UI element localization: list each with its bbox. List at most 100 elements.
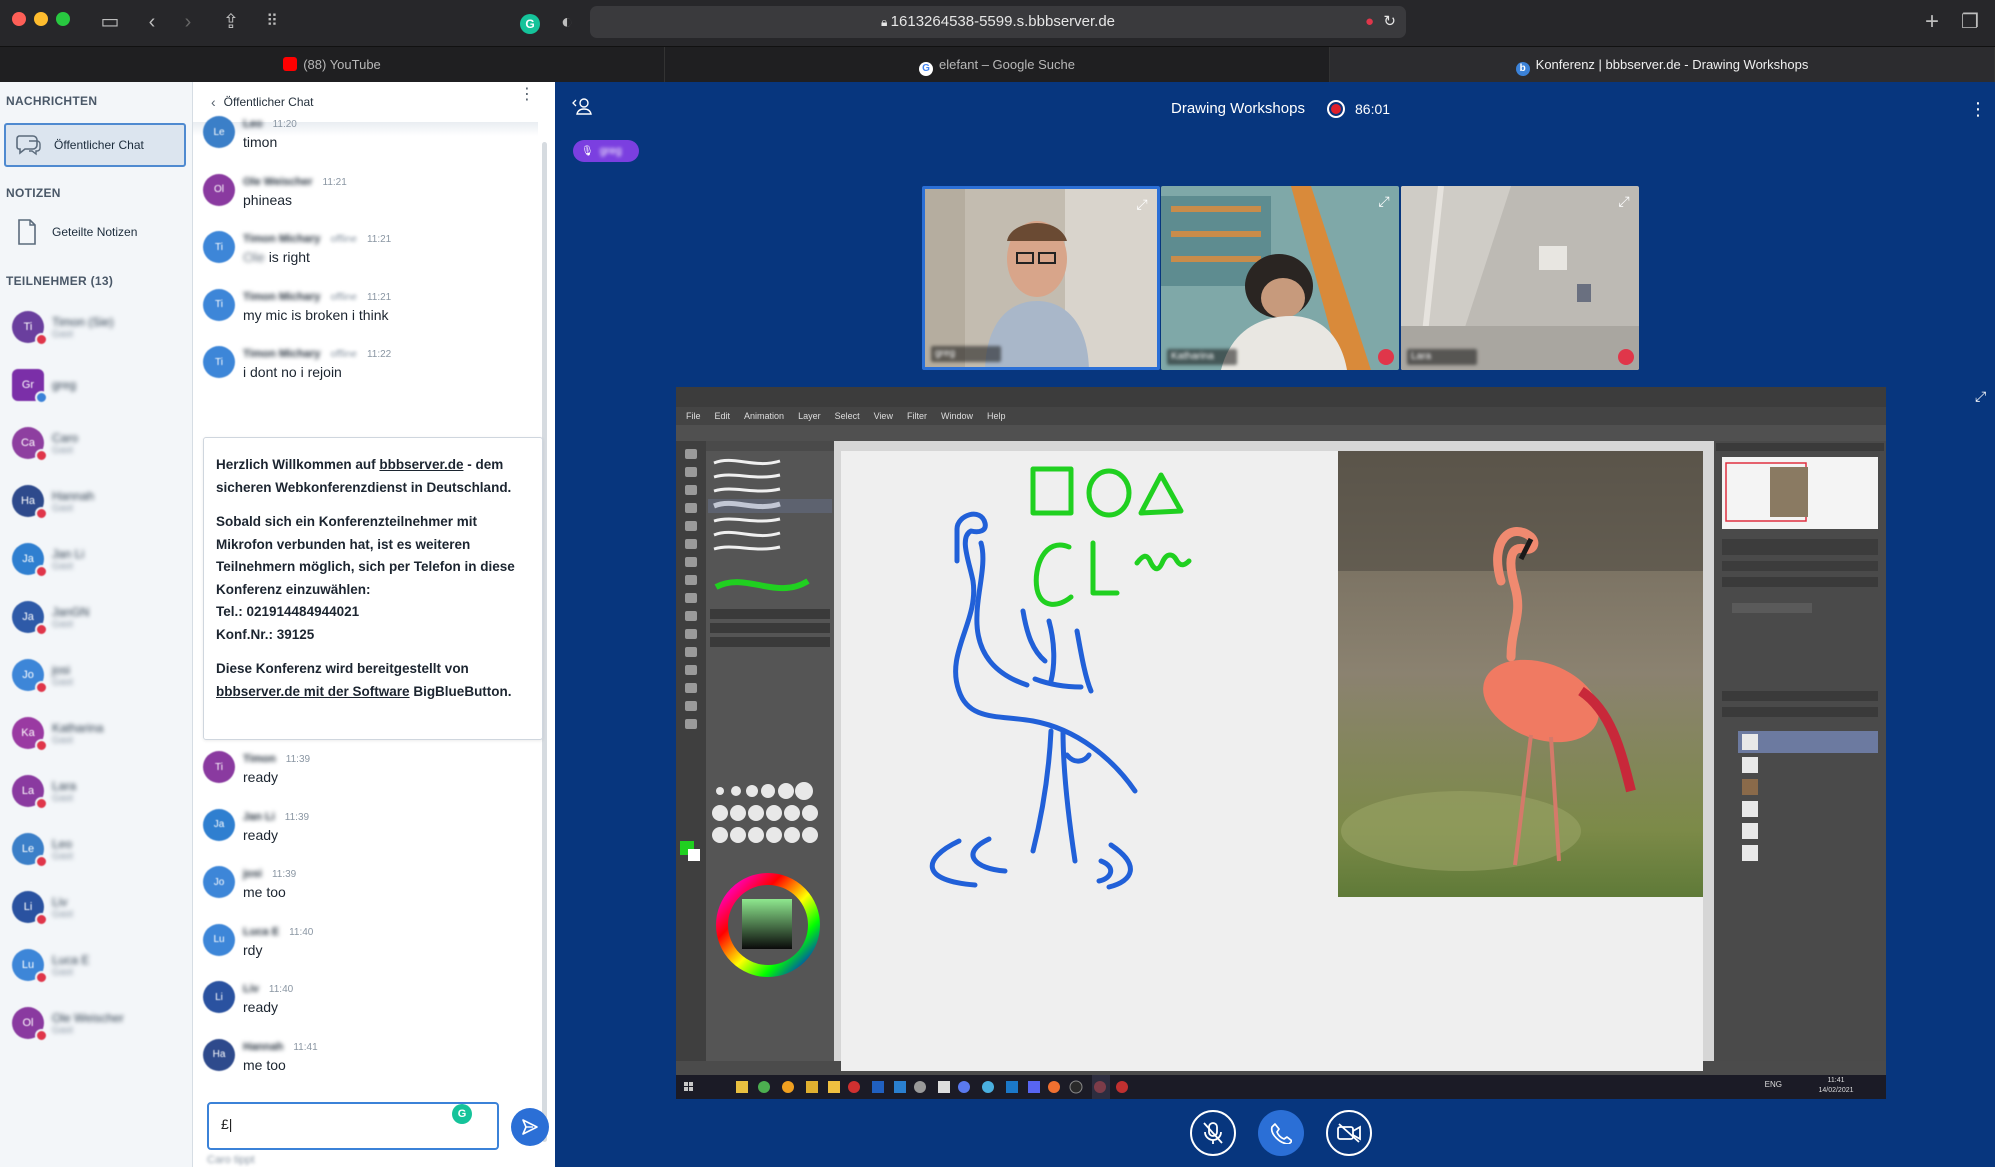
user-list-panel: NACHRICHTEN Öffentlicher Chat NOTIZEN Ge… bbox=[0, 82, 193, 1167]
app-menu-item[interactable]: View bbox=[874, 407, 893, 425]
participant-item[interactable]: Le Leo Gast bbox=[12, 826, 187, 872]
grammarly-extension-icon[interactable]: G bbox=[516, 8, 544, 36]
share-icon[interactable]: ⇪ bbox=[217, 8, 245, 36]
participant-name: Caro bbox=[52, 430, 79, 445]
participant-item[interactable]: Ol Ole Weischer Gast bbox=[12, 1000, 187, 1046]
leave-audio-button[interactable] bbox=[1258, 1110, 1304, 1156]
avatar-initials: Ol bbox=[214, 184, 224, 195]
tab-overview-icon[interactable]: ⠿ bbox=[258, 8, 286, 36]
privacy-shield-icon[interactable]: ◐ bbox=[553, 8, 581, 36]
recording-time: 86:01 bbox=[1355, 101, 1391, 117]
app-menu-item[interactable]: Window bbox=[941, 407, 973, 425]
participant-name: Jan Li bbox=[52, 546, 85, 561]
typing-indicator: Caro tippt bbox=[207, 1154, 255, 1166]
app-menu-item[interactable]: Filter bbox=[907, 407, 927, 425]
participant-name: Lara bbox=[52, 778, 77, 793]
reload-icon[interactable]: ↻ bbox=[1383, 6, 1396, 38]
participant-item[interactable]: Gr greg bbox=[12, 362, 187, 408]
address-bar[interactable]: 🔒︎ 1613264538-5599.s.bbbserver.de ● ↻ bbox=[590, 6, 1406, 38]
participant-item[interactable]: Ka Katharina Gast bbox=[12, 710, 187, 756]
app-menu-item[interactable]: Layer bbox=[798, 407, 821, 425]
participant-role: Gast bbox=[52, 792, 74, 804]
status-indicator-icon bbox=[35, 913, 48, 926]
tabs-overview-icon[interactable]: ❐ bbox=[1956, 8, 1984, 36]
message-meta: Luca E 11:40 bbox=[243, 926, 313, 938]
chevron-left-icon[interactable]: ‹ bbox=[211, 94, 216, 110]
video-tile-2[interactable]: Katharina ⤢ bbox=[1161, 186, 1399, 370]
forward-icon[interactable]: › bbox=[174, 8, 202, 36]
close-window-button[interactable] bbox=[12, 12, 26, 26]
url-text: 1613264538-5599.s.bbbserver.de bbox=[890, 13, 1116, 30]
zoom-window-button[interactable] bbox=[56, 12, 70, 26]
participant-item[interactable]: Ti Timon (Sie) Gast bbox=[12, 304, 187, 350]
participant-item[interactable]: Jo josi Gast bbox=[12, 652, 187, 698]
message-time: 11:39 bbox=[285, 754, 311, 765]
bbbserver-software-link[interactable]: bbbserver.de mit der Software bbox=[216, 684, 410, 699]
tab-google-search[interactable]: Gelefant – Google Suche bbox=[665, 47, 1330, 82]
app-menu-item[interactable]: Help bbox=[987, 407, 1006, 425]
back-icon[interactable]: ‹ bbox=[138, 8, 166, 36]
chat-message: Lu Luca E 11:40 rdy bbox=[203, 923, 533, 958]
participant-role: Gast bbox=[52, 502, 74, 514]
fullscreen-icon[interactable]: ⤢ bbox=[1375, 192, 1393, 210]
chat-options-icon[interactable]: ⋮ bbox=[519, 87, 535, 103]
tab-bar: (88) YouTube Gelefant – Google Suche b Ko… bbox=[0, 46, 1995, 82]
message-body: Liv 11:40 ready bbox=[243, 981, 293, 1015]
participant-role: Gast bbox=[52, 618, 74, 630]
video-tile-3[interactable]: Lara ⤢ bbox=[1401, 186, 1639, 370]
message-time: 11:41 bbox=[293, 1041, 318, 1053]
fullscreen-icon[interactable]: ⤢ bbox=[1133, 195, 1151, 213]
participant-item[interactable]: Ca Caro Gast bbox=[12, 420, 187, 466]
public-chat-item[interactable]: Öffentlicher Chat bbox=[4, 123, 186, 167]
avatar: Le bbox=[203, 116, 235, 148]
participant-name: JanGN bbox=[52, 604, 90, 619]
message-meta: Ole Weischer 11:21 bbox=[243, 176, 347, 188]
video-tile-1[interactable]: greg ⤢ bbox=[922, 186, 1160, 370]
share-webcam-button[interactable] bbox=[1326, 1110, 1372, 1156]
tab-youtube[interactable]: (88) YouTube bbox=[0, 47, 665, 82]
tab-conference[interactable]: b Konferenz | bbbserver.de - Drawing Work… bbox=[1330, 47, 1995, 82]
unmute-button[interactable] bbox=[1190, 1110, 1236, 1156]
avatar-initials: Ti bbox=[215, 761, 223, 773]
new-tab-icon[interactable]: + bbox=[1918, 8, 1946, 36]
app-menu-item[interactable]: File bbox=[686, 407, 701, 425]
participant-item[interactable]: La Lara Gast bbox=[12, 768, 187, 814]
fullscreen-screenshare-icon[interactable]: ⤢ bbox=[1975, 388, 1995, 408]
participant-role: Gast bbox=[52, 328, 74, 340]
message-author: josi bbox=[243, 868, 262, 880]
avatar-initials: Lu bbox=[213, 934, 225, 945]
message-time: 11:39 bbox=[271, 869, 297, 880]
avatar: Jo bbox=[203, 866, 235, 898]
participant-item[interactable]: Ja JanGN Gast bbox=[12, 594, 187, 640]
message-meta: Timon Michary offline 11:22 bbox=[243, 348, 391, 360]
message-body: Hannah 11:41 me too bbox=[243, 1039, 318, 1073]
sidebar-toggle-icon[interactable]: ▭ bbox=[96, 8, 124, 36]
app-menu-item[interactable]: Select bbox=[835, 407, 860, 425]
participant-name: Ole Weischer bbox=[52, 1010, 124, 1025]
message-meta: josi 11:39 bbox=[243, 868, 296, 880]
message-time: 11:40 bbox=[289, 926, 314, 938]
participant-name-block: josi Gast bbox=[52, 663, 73, 688]
participant-item[interactable]: Lu Luca E Gast bbox=[12, 942, 187, 988]
options-menu-icon[interactable]: ⋮ bbox=[1969, 100, 1987, 118]
drawing-canvas[interactable] bbox=[841, 451, 1703, 1071]
send-message-button[interactable] bbox=[511, 1108, 549, 1146]
recording-indicator[interactable]: 86:01 bbox=[1327, 100, 1390, 118]
fullscreen-icon[interactable]: ⤢ bbox=[1615, 192, 1633, 210]
minimize-window-button[interactable] bbox=[34, 12, 48, 26]
toggle-userlist-icon[interactable] bbox=[571, 96, 593, 121]
shared-notes-item[interactable]: Geteilte Notizen bbox=[4, 210, 186, 254]
app-menu-item[interactable]: Animation bbox=[744, 407, 784, 425]
participant-item[interactable]: Ja Jan Li Gast bbox=[12, 536, 187, 582]
bbbserver-link[interactable]: bbbserver.de bbox=[379, 457, 463, 472]
participant-item[interactable]: Ha Hannah Gast bbox=[12, 478, 187, 524]
participant-item[interactable]: Li Liv Gast bbox=[12, 884, 187, 930]
app-toolbar bbox=[676, 425, 1886, 441]
welcome-line1: Herzlich Willkommen auf bbbserver.de - d… bbox=[216, 454, 530, 499]
avatar-initials: Jo bbox=[22, 669, 34, 681]
app-menu-item[interactable]: Edit bbox=[715, 407, 731, 425]
message-time: 11:21 bbox=[322, 176, 347, 188]
screenshare-view[interactable]: File Edit Animation Layer Select View Filter Wi… bbox=[676, 387, 1886, 1099]
grammarly-icon[interactable]: G bbox=[452, 1104, 472, 1124]
lock-icon: 🔒︎ bbox=[880, 15, 891, 29]
